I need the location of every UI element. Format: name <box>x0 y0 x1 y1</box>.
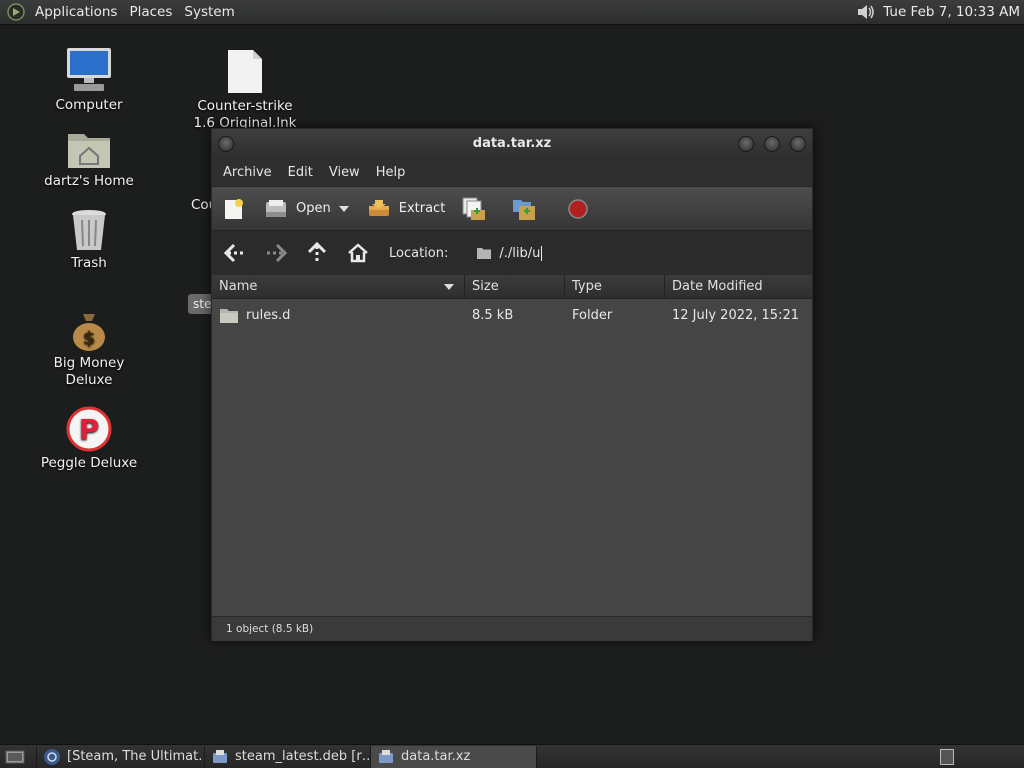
toolbar: Open Extract <box>212 187 812 231</box>
menu-applications[interactable]: Applications <box>29 4 123 20</box>
sort-descending-icon <box>444 284 454 290</box>
column-header-size[interactable]: Size <box>465 275 565 298</box>
folder-icon <box>477 248 492 259</box>
stop-icon <box>568 198 589 219</box>
maximize-button[interactable] <box>764 136 780 152</box>
file-modified: 12 July 2022, 15:21 <box>672 307 799 323</box>
new-archive-icon <box>225 198 243 219</box>
taskbar-item-data-tar-xz[interactable]: data.tar.xz <box>371 745 537 768</box>
desktop-icon-label: Counter-strike 1.6 Original.lnk <box>193 98 297 131</box>
taskbar-item-steam-deb[interactable]: steam_latest.deb [r… <box>205 745 371 768</box>
column-header-date-modified[interactable]: Date Modified <box>665 275 812 298</box>
file-type: Folder <box>572 307 613 323</box>
location-bar: Location: /./lib/u <box>212 231 812 275</box>
up-arrow-icon <box>307 241 327 262</box>
top-panel: Applications Places System Tue Feb 7, 10… <box>0 0 1024 25</box>
trash-icon <box>72 210 106 250</box>
menu-places[interactable]: Places <box>123 4 178 20</box>
menu-help[interactable]: Help <box>368 165 414 180</box>
add-folder-button[interactable] <box>511 196 545 222</box>
location-field[interactable]: /./lib/u <box>476 245 543 261</box>
money-bag-icon: $ <box>73 314 105 351</box>
bottom-panel: [Steam, The Ultimat… steam_latest.deb [r… <box>0 744 1024 768</box>
back-arrow-icon <box>223 243 244 263</box>
file-name: rules.d <box>246 307 291 323</box>
add-files-icon <box>462 197 486 220</box>
window-menu-button[interactable] <box>218 136 234 152</box>
desktop-icon-label: Peggle Deluxe <box>40 455 138 471</box>
show-desktop-button[interactable] <box>0 745 37 768</box>
location-label: Location: <box>389 245 449 261</box>
window-title: data.tar.xz <box>472 136 552 151</box>
computer-icon <box>67 48 111 91</box>
column-headers: Name Size Type Date Modified <box>212 275 812 299</box>
desktop-icon-label: dartz's Home <box>44 173 134 189</box>
menu-view[interactable]: View <box>321 165 368 180</box>
peggle-icon: P <box>66 406 112 452</box>
workspace-switcher[interactable] <box>940 748 954 765</box>
desktop-icon-home[interactable]: dartz's Home <box>29 128 149 190</box>
minimize-button[interactable] <box>738 136 754 152</box>
steam-icon <box>44 748 60 765</box>
table-row[interactable]: rules.d 8.5 kB Folder 12 July 2022, 15:2… <box>212 299 812 331</box>
show-desktop-icon <box>5 750 25 763</box>
forward-button[interactable] <box>263 240 289 266</box>
file-icon <box>228 50 262 93</box>
home-folder-icon <box>68 134 110 168</box>
volume-icon[interactable] <box>855 3 877 21</box>
window-titlebar[interactable]: data.tar.xz <box>212 129 812 159</box>
open-button[interactable]: Open <box>264 198 331 220</box>
desktop-icon-computer[interactable]: Computer <box>29 46 149 114</box>
svg-text:P: P <box>79 413 100 446</box>
menu-system[interactable]: System <box>178 4 240 20</box>
taskbar-item-steam[interactable]: [Steam, The Ultimat… <box>37 745 205 768</box>
text-cursor <box>541 245 543 261</box>
desktop-icon-big-money[interactable]: $ Big Money Deluxe <box>29 310 149 389</box>
menu-edit[interactable]: Edit <box>280 165 321 180</box>
file-size: 8.5 kB <box>472 307 514 323</box>
archive-icon <box>213 749 227 763</box>
status-bar: 1 object (8.5 kB) <box>212 616 812 641</box>
new-archive-button[interactable] <box>222 197 254 221</box>
archive-manager-window: data.tar.xz Archive Edit View Help Open <box>211 128 813 641</box>
desktop-icon-trash[interactable]: Trash <box>29 208 149 272</box>
up-button[interactable] <box>304 240 330 266</box>
desktop-icon-label: Trash <box>71 255 107 271</box>
desktop-icon-counter-strike[interactable]: Counter-strike 1.6 Original.lnk <box>185 48 305 132</box>
open-dropdown-arrow[interactable] <box>338 205 349 212</box>
distro-logo-icon[interactable] <box>7 3 25 21</box>
add-folder-icon <box>513 199 536 220</box>
extract-label: Extract <box>398 201 446 216</box>
column-header-type[interactable]: Type <box>565 275 665 298</box>
folder-icon <box>220 308 238 323</box>
menu-archive[interactable]: Archive <box>215 165 280 180</box>
open-label: Open <box>296 201 331 216</box>
menubar: Archive Edit View Help <box>212 159 812 187</box>
column-header-name[interactable]: Name <box>212 275 465 298</box>
close-button[interactable] <box>790 136 806 152</box>
back-button[interactable] <box>222 240 248 266</box>
desktop-icon-label: Computer <box>55 97 123 113</box>
stop-button[interactable] <box>567 198 597 220</box>
archive-icon <box>379 749 393 763</box>
svg-text:$: $ <box>83 328 96 349</box>
extract-icon <box>368 199 389 216</box>
home-icon <box>348 243 368 263</box>
file-list[interactable]: rules.d 8.5 kB Folder 12 July 2022, 15:2… <box>212 299 812 616</box>
home-button[interactable] <box>345 240 371 266</box>
open-archive-icon <box>266 199 286 217</box>
desktop-icon-peggle[interactable]: P Peggle Deluxe <box>29 406 149 472</box>
forward-arrow-icon <box>267 243 288 263</box>
clock[interactable]: Tue Feb 7, 10:33 AM <box>883 4 1020 20</box>
location-path[interactable]: /./lib/u <box>499 246 540 261</box>
add-files-button[interactable] <box>461 196 495 222</box>
extract-button[interactable]: Extract <box>367 198 446 220</box>
desktop-icon-label: Big Money Deluxe <box>53 355 125 388</box>
